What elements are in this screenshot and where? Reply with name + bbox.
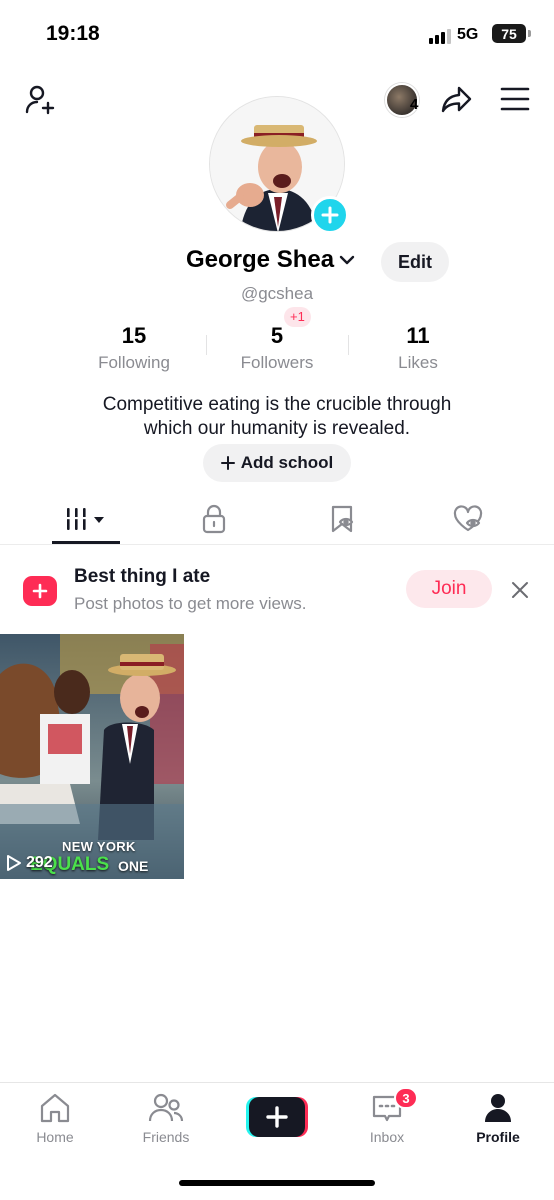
signal-icon xyxy=(429,29,451,44)
nav-profile[interactable]: Profile xyxy=(448,1091,548,1145)
lock-icon xyxy=(202,504,226,534)
stat-followers[interactable]: 5 Followers xyxy=(207,323,347,373)
join-button[interactable]: Join xyxy=(406,570,492,608)
promo-banner[interactable]: Best thing I ate Post photos to get more… xyxy=(0,556,554,626)
nav-label: Inbox xyxy=(369,1129,405,1145)
close-icon xyxy=(512,582,528,598)
network-label: 5G xyxy=(457,26,479,43)
nav-friends[interactable]: Friends xyxy=(116,1091,216,1145)
add-friend-button[interactable] xyxy=(20,80,60,120)
battery-level: 75 xyxy=(501,25,517,42)
tab-videos[interactable] xyxy=(52,495,120,543)
video-caption-line3: ONE xyxy=(118,858,149,874)
inbox-badge: 3 xyxy=(394,1087,418,1109)
nav-home[interactable]: Home xyxy=(5,1091,105,1145)
nav-label: Profile xyxy=(476,1129,520,1145)
add-school-label: Add school xyxy=(240,453,334,472)
heart-hidden-icon xyxy=(453,505,483,532)
stat-value: 5 xyxy=(270,323,284,348)
battery-icon: 75 xyxy=(492,24,531,43)
nav-inbox[interactable]: Inbox xyxy=(337,1091,437,1145)
gift-icon xyxy=(23,576,57,606)
video-views: 292 xyxy=(6,854,53,872)
edit-profile-button[interactable]: Edit xyxy=(381,242,449,282)
name-row[interactable]: George Shea xyxy=(186,246,356,274)
plus-icon xyxy=(220,456,235,470)
view-count: 292 xyxy=(26,854,53,871)
add-user-icon xyxy=(25,85,55,115)
add-avatar-button[interactable] xyxy=(311,196,349,234)
chevron-down-icon xyxy=(339,255,355,265)
play-icon xyxy=(7,855,21,871)
stat-label: Likes xyxy=(398,353,438,372)
video-caption-line1: NEW YORK xyxy=(62,839,136,854)
bookmark-hidden-icon xyxy=(331,505,354,533)
grid-icon xyxy=(64,508,104,530)
stat-value: 11 xyxy=(406,323,430,348)
status-bar: 19:18 5G 75 xyxy=(0,0,554,70)
profile-tabs xyxy=(0,495,554,545)
banner-subtitle: Post photos to get more views. xyxy=(74,594,307,613)
active-tab-indicator xyxy=(52,541,120,544)
create-button[interactable] xyxy=(246,1097,308,1137)
friends-icon xyxy=(148,1093,184,1122)
share-button[interactable] xyxy=(438,80,476,118)
profile-handle: @gcshea xyxy=(240,284,314,303)
tab-liked[interactable] xyxy=(434,495,502,543)
home-indicator xyxy=(179,1180,375,1186)
plus-icon xyxy=(321,206,339,224)
stat-label: Following xyxy=(98,353,170,372)
profile-bio: Competitive eating is the crucible throu… xyxy=(60,393,494,441)
tab-private[interactable] xyxy=(180,495,248,543)
story-count: 4 xyxy=(410,96,419,113)
stat-likes[interactable]: 11 Likes xyxy=(348,323,488,373)
add-school-button[interactable]: Add school xyxy=(203,444,351,482)
hamburger-icon xyxy=(500,87,530,111)
status-time: 19:18 xyxy=(46,22,100,45)
bio-line: which our humanity is revealed. xyxy=(143,418,411,439)
stat-value: 15 xyxy=(121,323,147,348)
profile-icon xyxy=(485,1094,511,1122)
close-banner-button[interactable] xyxy=(508,578,532,602)
home-icon xyxy=(40,1093,70,1123)
nav-label: Friends xyxy=(142,1129,190,1145)
profile-name: George Shea xyxy=(186,246,335,273)
plus-icon xyxy=(246,1097,308,1137)
stat-following[interactable]: 15 Following xyxy=(64,323,204,373)
stat-label: Followers xyxy=(240,353,314,372)
video-thumbnail[interactable]: NEW YORK EQUALS ONE 292 xyxy=(0,634,184,879)
banner-title: Best thing I ate xyxy=(74,566,211,587)
tab-favorites[interactable] xyxy=(308,495,376,543)
bio-line: Competitive eating is the crucible throu… xyxy=(102,394,452,415)
menu-button[interactable] xyxy=(496,80,534,118)
share-icon xyxy=(441,86,472,113)
nav-label: Home xyxy=(36,1129,74,1145)
